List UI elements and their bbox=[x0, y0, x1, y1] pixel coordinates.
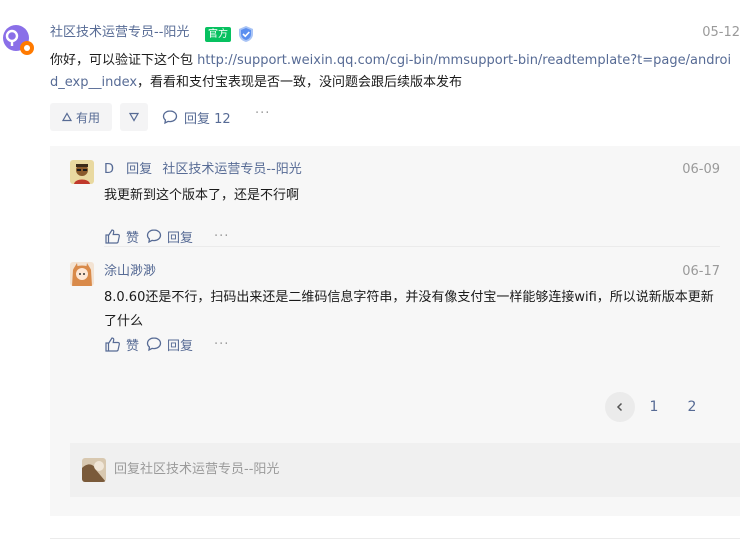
like-label: 赞 bbox=[126, 338, 140, 354]
verified-shield-icon bbox=[237, 25, 255, 43]
comment-bubble-icon bbox=[146, 229, 162, 244]
comment-date: 05-12 bbox=[702, 25, 740, 40]
reply-to-button[interactable]: 回复 bbox=[146, 335, 193, 354]
reply-divider bbox=[104, 246, 720, 247]
pagination: 1 2 bbox=[605, 392, 711, 422]
author-name[interactable]: 社区技术运营专员--阳光 bbox=[50, 24, 189, 42]
like-button[interactable]: 赞 bbox=[104, 227, 139, 246]
more-options-button[interactable]: ··· bbox=[255, 106, 270, 121]
section-divider bbox=[50, 538, 740, 539]
comment-text-suffix: ，看看和支付宝表现是否一致，没问题会跟后续版本发布 bbox=[137, 75, 463, 90]
reply-count-label: 回复 12 bbox=[184, 111, 231, 127]
reply-username[interactable]: 涂山渺渺 bbox=[104, 264, 156, 279]
reply-to-username[interactable]: 社区技术运营专员--阳光 bbox=[162, 162, 301, 177]
reply-to-button[interactable]: 回复 bbox=[146, 227, 193, 246]
reply-more-button[interactable]: ··· bbox=[214, 337, 229, 352]
comment-bubble-icon bbox=[146, 337, 162, 352]
chevron-left-icon bbox=[616, 402, 623, 412]
not-useful-button[interactable] bbox=[120, 103, 148, 131]
comment-bubble-icon bbox=[162, 110, 178, 125]
page-2-button[interactable]: 2 bbox=[673, 392, 711, 422]
reply-date: 06-17 bbox=[682, 264, 720, 279]
reply-to-word: 回复 bbox=[126, 162, 153, 177]
reply-header: 涂山渺渺 bbox=[104, 262, 156, 282]
reply-username[interactable]: D bbox=[104, 162, 114, 177]
comment-body: 你好，可以验证下这个包 http://support.weixin.qq.com… bbox=[50, 50, 738, 94]
reply-more-button[interactable]: ··· bbox=[214, 229, 229, 244]
replies-panel: D 回复 社区技术运营专员--阳光 06-09 我更新到这个版本了，还是不行啊 … bbox=[50, 146, 740, 516]
like-button[interactable]: 赞 bbox=[104, 335, 139, 354]
like-label: 赞 bbox=[126, 230, 140, 246]
prev-page-button[interactable] bbox=[605, 392, 635, 422]
reply-actions: 赞 回复 ··· bbox=[104, 226, 229, 246]
reply-to-label: 回复 bbox=[167, 230, 194, 246]
reply-date: 06-09 bbox=[682, 162, 720, 177]
reply-input-box[interactable]: 回复社区技术运营专员--阳光 bbox=[70, 443, 740, 497]
reply-actions: 赞 回复 ··· bbox=[104, 334, 229, 354]
useful-button[interactable]: 有用 bbox=[50, 103, 112, 131]
official-badge: 官方 bbox=[205, 27, 231, 42]
reply-text: 8.0.60还是不行，扫码出来还是二维码信息字符串，并没有像支付宝一样能够连接w… bbox=[104, 290, 714, 329]
reply-button[interactable]: 回复 12 bbox=[162, 107, 231, 127]
reply-avatar[interactable] bbox=[70, 262, 94, 286]
reply-input-placeholder: 回复社区技术运营专员--阳光 bbox=[114, 462, 280, 477]
reply-to-label: 回复 bbox=[167, 338, 194, 354]
triangle-down-icon bbox=[129, 112, 139, 122]
page-1-button[interactable]: 1 bbox=[635, 392, 673, 422]
thumbs-up-icon bbox=[105, 228, 120, 244]
useful-label: 有用 bbox=[75, 110, 100, 125]
triangle-up-icon bbox=[61, 112, 72, 122]
current-user-avatar bbox=[82, 458, 106, 482]
reply-avatar[interactable] bbox=[70, 160, 94, 184]
thumbs-up-icon bbox=[105, 336, 120, 352]
reply-header: D 回复 社区技术运营专员--阳光 bbox=[104, 160, 302, 180]
author-avatar[interactable] bbox=[0, 22, 38, 60]
comment-text-prefix: 你好，可以验证下这个包 bbox=[50, 53, 198, 68]
reply-text: 我更新到这个版本了，还是不行啊 bbox=[104, 188, 300, 203]
